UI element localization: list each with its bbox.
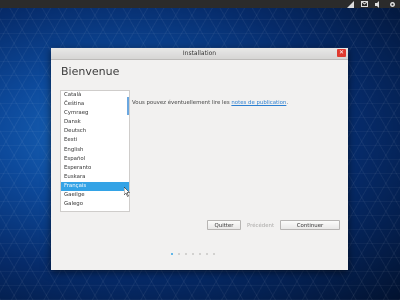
language-item[interactable]: Čeština	[61, 100, 129, 109]
mouse-pointer-icon	[124, 187, 130, 197]
window-titlebar[interactable]: Installation ✕	[51, 48, 348, 60]
window-title: Installation	[182, 50, 217, 57]
close-button[interactable]: ✕	[337, 49, 346, 57]
language-item[interactable]: Deutsch	[61, 127, 129, 136]
progress-dot	[213, 253, 215, 255]
progress-dot	[185, 253, 187, 255]
progress-dot	[178, 253, 180, 255]
language-item[interactable]: Cymraeg	[61, 109, 129, 118]
progress-dot	[199, 253, 201, 255]
welcome-text-suffix: .	[286, 100, 289, 106]
progress-dot	[206, 253, 208, 255]
settings-icon[interactable]	[388, 0, 396, 8]
language-item[interactable]: Eesti	[61, 136, 129, 145]
language-item[interactable]: English	[61, 146, 129, 155]
network-icon[interactable]	[346, 0, 354, 8]
page-title: Bienvenue	[61, 65, 120, 78]
progress-dot	[192, 253, 194, 255]
quit-button[interactable]: Quitter	[207, 220, 241, 230]
language-item[interactable]: Català	[61, 91, 129, 100]
top-panel	[0, 0, 400, 8]
language-list-scrollbar[interactable]	[127, 97, 129, 115]
release-notes-link[interactable]: notes de publication	[231, 100, 286, 106]
continue-button[interactable]: Continuer	[280, 220, 340, 230]
language-item[interactable]: Gaeilge	[61, 191, 129, 200]
previous-button: Précédent	[246, 223, 275, 229]
language-item[interactable]: Esperanto	[61, 164, 129, 173]
welcome-text-prefix: Vous pouvez éventuellement lire les	[132, 100, 232, 106]
language-item[interactable]: Dansk	[61, 118, 129, 127]
installer-window: Installation ✕ Bienvenue Català Čeština Cy…	[51, 48, 348, 270]
language-list[interactable]: Català Čeština Cymraeg Dansk Deutsch Eesti Eng…	[60, 90, 130, 212]
speaker-icon[interactable]	[374, 0, 382, 8]
mail-icon[interactable]	[360, 0, 368, 8]
language-item[interactable]: Euskara	[61, 173, 129, 182]
progress-dots	[171, 253, 215, 255]
welcome-text: Vous pouvez éventuellement lire les note…	[132, 100, 288, 106]
language-item[interactable]: Español	[61, 155, 129, 164]
progress-dot	[171, 253, 173, 255]
language-item[interactable]: Galego	[61, 200, 129, 209]
language-item[interactable]: Français	[61, 181, 129, 192]
